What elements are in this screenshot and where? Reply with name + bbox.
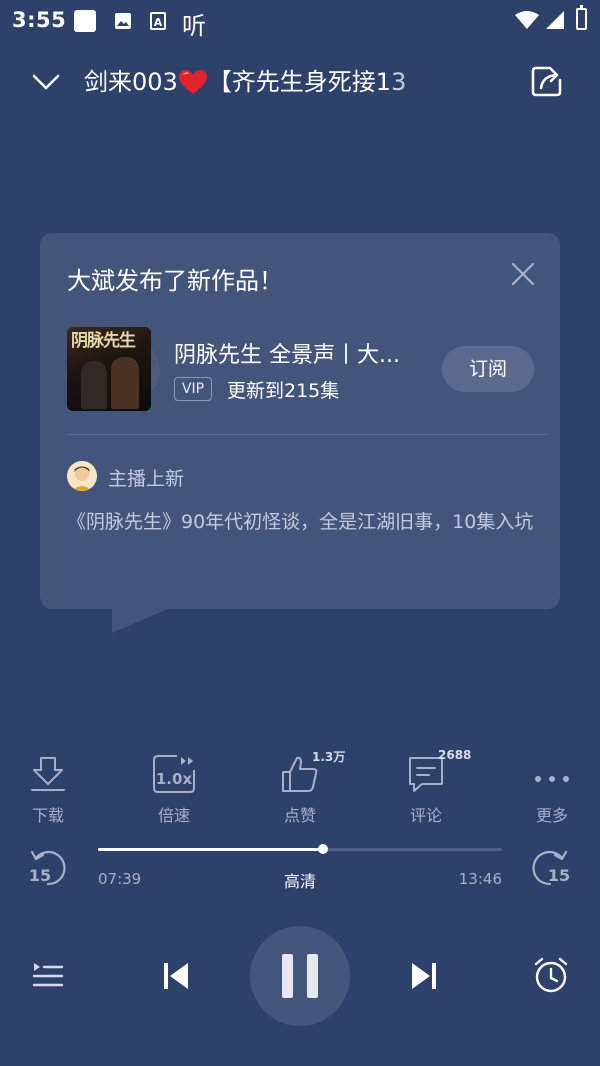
chevron-down-icon[interactable] [30, 66, 62, 98]
speed-label: 倍速 [157, 806, 190, 825]
heart-icon [178, 70, 207, 94]
speed-icon: 1.0x [153, 755, 195, 793]
avatar-image [67, 461, 97, 491]
cover-figure [81, 361, 107, 409]
download-icon [31, 757, 65, 791]
update-status: 更新到215集 [227, 380, 340, 402]
pause-icon [307, 954, 318, 998]
pause-icon [282, 954, 293, 998]
track-title-prefix: 剑来003 [84, 68, 178, 96]
work-cover-image[interactable]: 阴脉先生 [67, 327, 151, 411]
rewind-seconds: 15 [29, 866, 51, 885]
player-header: 剑来003 【齐先生身死接13 [0, 52, 600, 112]
like-count: 1.3万 [312, 750, 346, 764]
new-work-card: 大斌发布了新作品！ 阴脉先生 阴脉先生 全景声丨大... VIP 更新到215集… [40, 233, 560, 609]
divider [67, 434, 547, 435]
vip-badge: VIP [174, 377, 212, 401]
progress-bar[interactable] [98, 844, 502, 854]
listen-icon: 听 [182, 12, 206, 40]
previous-track-icon[interactable] [162, 960, 190, 992]
share-icon[interactable] [530, 64, 564, 98]
anchor-new-label: 主播上新 [108, 468, 185, 490]
cover-figure [111, 357, 139, 409]
current-time: 07:39 [98, 870, 142, 888]
wifi-icon [515, 11, 539, 29]
comment-label: 评论 [409, 806, 442, 825]
forward-seconds: 15 [548, 866, 570, 885]
progress-thumb[interactable] [317, 844, 328, 854]
more-button[interactable]: 更多 [504, 748, 600, 828]
signal-icon [546, 11, 564, 29]
work-description: 《阴脉先生》90年代初怪谈，全是江湖旧事，10集入坑 [67, 511, 534, 533]
like-label: 点赞 [283, 806, 316, 825]
next-track-icon[interactable] [410, 960, 438, 992]
action-bar: 下载 1.0x 倍速 1.3万 点赞 2688 评论 更多 [0, 748, 600, 828]
rewind-15-icon[interactable]: 15 [28, 846, 68, 888]
speed-value: 1.0x [156, 770, 193, 788]
speed-button[interactable]: 1.0x 倍速 [126, 748, 222, 828]
more-label: 更多 [535, 806, 568, 825]
app-square-icon [74, 10, 96, 32]
comment-button[interactable]: 2688 评论 [378, 748, 474, 828]
battery-icon [576, 5, 587, 30]
image-icon [115, 13, 131, 29]
track-title: 剑来003 【齐先生身死接13 [84, 64, 444, 100]
pause-button[interactable] [250, 926, 350, 1026]
quality-toggle[interactable]: 高清 [270, 868, 330, 892]
status-time: 3:55 [12, 8, 67, 32]
card-title: 大斌发布了新作品！ [67, 267, 283, 295]
close-icon[interactable] [510, 261, 536, 287]
title-fade [384, 64, 444, 100]
a-badge-icon: A [150, 12, 166, 30]
more-icon [535, 776, 569, 782]
alarm-clock-icon[interactable] [532, 956, 570, 994]
download-button[interactable]: 下载 [0, 748, 96, 828]
download-label: 下载 [31, 806, 64, 825]
work-title[interactable]: 阴脉先生 全景声丨大... [174, 337, 400, 369]
subscribe-button[interactable]: 订阅 [442, 346, 534, 392]
forward-15-icon[interactable]: 15 [530, 846, 570, 888]
playlist-icon[interactable] [32, 960, 64, 990]
player-screen: 3:55 A 听 剑来003 【齐先生身死接13 大斌发布了新作品！ 阴脉先生 … [0, 0, 600, 1066]
cover-title-art: 阴脉先生 [71, 331, 136, 351]
card-pointer [112, 607, 172, 633]
comment-count: 2688 [438, 748, 472, 762]
progress-fill [98, 848, 323, 851]
avatar[interactable] [67, 461, 97, 491]
total-time: 13:46 [458, 870, 502, 888]
track-title-suffix: 【齐先生身死接13 [207, 68, 407, 96]
like-button[interactable]: 1.3万 点赞 [252, 748, 348, 828]
status-bar: 3:55 A 听 [0, 0, 600, 44]
